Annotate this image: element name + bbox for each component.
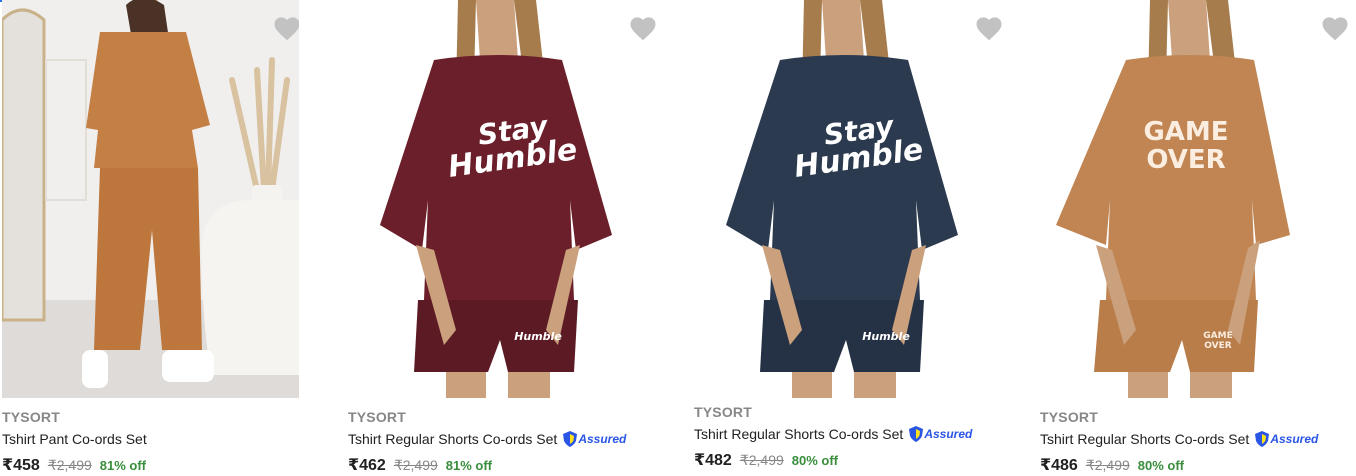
assured-label: Assured (924, 427, 973, 441)
original-price: ₹2,499 (1085, 457, 1130, 473)
title-row: Tshirt Regular Shorts Co-ords Set Assure… (1040, 428, 1356, 450)
product-info: TYSORT Tshirt Regular Shorts Co-ords Set… (1040, 407, 1356, 475)
discount-percent: 80% off (1137, 458, 1185, 473)
product-photo: Stay Humble Humble (348, 0, 664, 398)
selling-price: ₹458 (2, 457, 40, 474)
title-row: Tshirt Pant Co-ords Set (2, 428, 318, 450)
product-info: TYSORT Tshirt Regular Shorts Co-ords Set… (694, 402, 1010, 470)
brand-name: TYSORT (348, 409, 406, 425)
assured-label: Assured (578, 432, 627, 446)
svg-text:OVER: OVER (1204, 341, 1232, 351)
product-image[interactable]: GAME OVER GAME OVER (1040, 0, 1356, 398)
product-info: TYSORT Tshirt Pant Co-ords Set ₹458 ₹2,4… (2, 407, 318, 475)
wishlist-heart-icon[interactable] (628, 14, 658, 44)
product-image[interactable] (2, 0, 299, 398)
original-price: ₹2,499 (47, 457, 92, 473)
product-card[interactable]: Stay Humble Humble TYSORT Tshirt Regular… (694, 0, 1010, 476)
product-photo: GAME OVER GAME OVER (1040, 0, 1356, 398)
discount-percent: 80% off (791, 453, 839, 468)
wishlist-heart-icon[interactable] (272, 14, 299, 44)
selling-price: ₹486 (1040, 457, 1078, 474)
product-grid: TYSORT Tshirt Pant Co-ords Set ₹458 ₹2,4… (0, 0, 1356, 476)
svg-text:GAME: GAME (1203, 331, 1232, 341)
product-info: TYSORT Tshirt Regular Shorts Co-ords Set… (348, 407, 664, 475)
svg-text:OVER: OVER (1146, 145, 1225, 175)
product-card[interactable]: GAME OVER GAME OVER TYSORT Tshirt Regula… (1040, 0, 1356, 476)
price-row: ₹482 ₹2,499 80% off (694, 450, 1010, 470)
selling-price: ₹482 (694, 452, 732, 469)
original-price: ₹2,499 (739, 452, 784, 468)
discount-percent: 81% off (445, 458, 493, 473)
assured-shield-icon (563, 431, 578, 447)
svg-text:Humble: Humble (862, 330, 910, 343)
price-row: ₹462 ₹2,499 81% off (348, 455, 664, 475)
original-price: ₹2,499 (393, 457, 438, 473)
price-row: ₹458 ₹2,499 81% off (2, 455, 318, 475)
assured-badge: Assured (1255, 430, 1318, 448)
selling-price: ₹462 (348, 457, 386, 474)
product-image[interactable]: Stay Humble Humble (694, 0, 1010, 398)
svg-text:GAME: GAME (1143, 117, 1228, 147)
product-photo: Stay Humble Humble (694, 0, 1010, 398)
title-row: Tshirt Regular Shorts Co-ords Set Assure… (694, 423, 1010, 445)
product-card[interactable]: Stay Humble Humble TYSORT Tshirt Regular… (348, 0, 664, 476)
product-title[interactable]: Tshirt Regular Shorts Co-ords Set (1040, 429, 1249, 449)
wishlist-heart-icon[interactable] (1320, 14, 1350, 44)
discount-percent: 81% off (99, 458, 147, 473)
brand-name: TYSORT (1040, 409, 1098, 425)
product-image[interactable]: Stay Humble Humble (348, 0, 664, 398)
assured-shield-icon (909, 426, 924, 442)
product-title[interactable]: Tshirt Regular Shorts Co-ords Set (348, 429, 557, 449)
price-row: ₹486 ₹2,499 80% off (1040, 455, 1356, 475)
wishlist-heart-icon[interactable] (974, 14, 1004, 44)
assured-badge: Assured (909, 425, 972, 443)
product-photo (2, 0, 299, 398)
product-card[interactable]: TYSORT Tshirt Pant Co-ords Set ₹458 ₹2,4… (2, 0, 318, 476)
assured-badge: Assured (563, 430, 626, 448)
assured-shield-icon (1255, 431, 1270, 447)
product-title[interactable]: Tshirt Regular Shorts Co-ords Set (694, 424, 903, 444)
brand-name: TYSORT (2, 409, 60, 425)
title-row: Tshirt Regular Shorts Co-ords Set Assure… (348, 428, 664, 450)
assured-label: Assured (1270, 432, 1319, 446)
brand-name: TYSORT (694, 404, 752, 420)
product-title[interactable]: Tshirt Pant Co-ords Set (2, 429, 147, 449)
svg-text:Humble: Humble (514, 330, 562, 343)
